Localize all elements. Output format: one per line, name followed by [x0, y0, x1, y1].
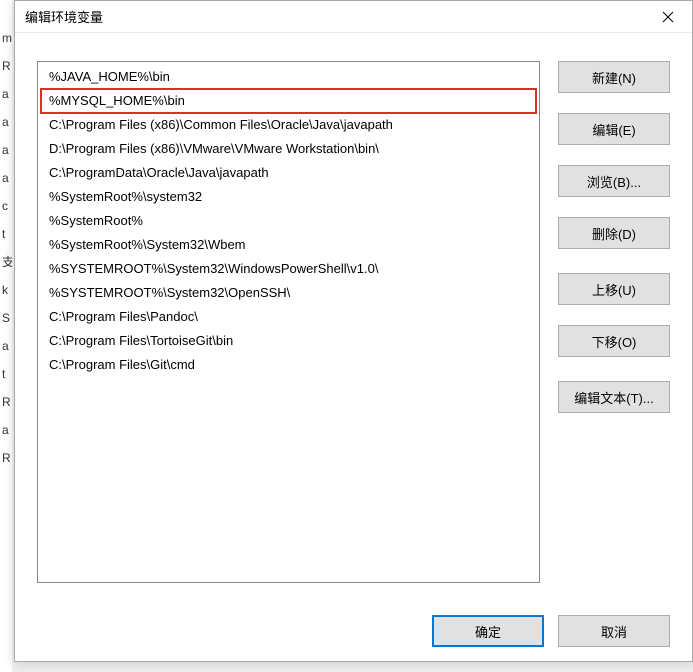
background-window-fragments: mRaaaact支kSatRaR	[0, 0, 12, 672]
path-listbox[interactable]: %JAVA_HOME%\bin%MYSQL_HOME%\binC:\Progra…	[37, 61, 540, 583]
browse-button[interactable]: 浏览(B)...	[558, 165, 670, 197]
dialog-footer: 确定 取消	[15, 601, 692, 661]
list-item[interactable]: D:\Program Files (x86)\VMware\VMware Wor…	[41, 137, 536, 161]
ok-button[interactable]: 确定	[432, 615, 544, 647]
edit-button[interactable]: 编辑(E)	[558, 113, 670, 145]
moveup-button[interactable]: 上移(U)	[558, 273, 670, 305]
list-item[interactable]: %SystemRoot%	[41, 209, 536, 233]
list-item[interactable]: C:\ProgramData\Oracle\Java\javapath	[41, 161, 536, 185]
button-column: 新建(N) 编辑(E) 浏览(B)... 删除(D) 上移(U) 下移(O) 编…	[558, 61, 670, 601]
list-item[interactable]: %SYSTEMROOT%\System32\OpenSSH\	[41, 281, 536, 305]
new-button[interactable]: 新建(N)	[558, 61, 670, 93]
list-item[interactable]: C:\Program Files (x86)\Common Files\Orac…	[41, 113, 536, 137]
edittext-button[interactable]: 编辑文本(T)...	[558, 381, 670, 413]
list-item[interactable]: %SYSTEMROOT%\System32\WindowsPowerShell\…	[41, 257, 536, 281]
list-item[interactable]: %SystemRoot%\System32\Wbem	[41, 233, 536, 257]
list-item[interactable]: %JAVA_HOME%\bin	[41, 65, 536, 89]
dialog-title: 编辑环境变量	[25, 7, 648, 26]
list-item[interactable]: C:\Program Files\Pandoc\	[41, 305, 536, 329]
movedown-button[interactable]: 下移(O)	[558, 325, 670, 357]
list-item[interactable]: C:\Program Files\TortoiseGit\bin	[41, 329, 536, 353]
list-item[interactable]: %SystemRoot%\system32	[41, 185, 536, 209]
delete-button[interactable]: 删除(D)	[558, 217, 670, 249]
cancel-button[interactable]: 取消	[558, 615, 670, 647]
content-area: %JAVA_HOME%\bin%MYSQL_HOME%\binC:\Progra…	[15, 33, 692, 601]
close-icon	[662, 11, 674, 23]
edit-env-var-dialog: 编辑环境变量 %JAVA_HOME%\bin%MYSQL_HOME%\binC:…	[14, 0, 693, 662]
close-button[interactable]	[648, 3, 688, 31]
list-item[interactable]: %MYSQL_HOME%\bin	[41, 89, 536, 113]
list-item[interactable]: C:\Program Files\Git\cmd	[41, 353, 536, 377]
titlebar: 编辑环境变量	[15, 1, 692, 33]
